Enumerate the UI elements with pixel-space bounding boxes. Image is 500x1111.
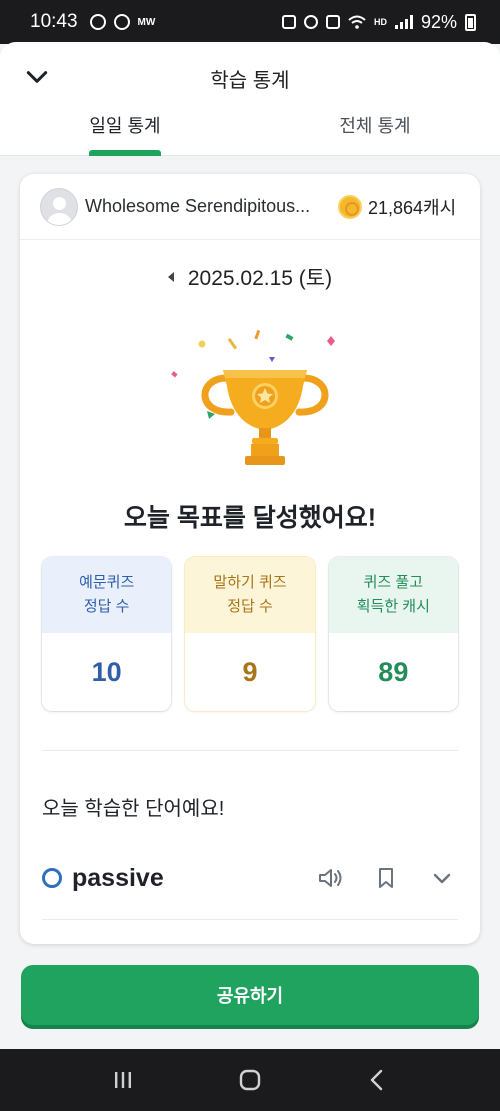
- trophy-illustration: [145, 324, 365, 474]
- divider: [42, 750, 458, 751]
- previous-date-icon[interactable]: [167, 272, 174, 282]
- stat-value: 9: [185, 633, 315, 711]
- date-label: 2025.02.15 (토): [187, 267, 333, 290]
- status-left-icons: MW: [89, 14, 156, 30]
- mw-label: MW: [137, 16, 156, 28]
- goal-achieved-message: 오늘 목표를 달성했어요!: [123, 504, 377, 532]
- tab-total-stats[interactable]: 전체 통계: [250, 112, 500, 138]
- alarm-icon: [303, 15, 318, 29]
- word-actions: [316, 864, 456, 892]
- sleep-icon: [281, 15, 296, 29]
- recent-apps-icon[interactable]: [110, 1067, 136, 1093]
- trophy-icon: [171, 329, 365, 465]
- cash-amount: 21,864캐시: [368, 197, 457, 218]
- back-icon[interactable]: [364, 1067, 390, 1093]
- stats-card: Wholesome Serendipitous... 21,864캐시 2025…: [20, 174, 480, 944]
- word-text: passive: [72, 863, 164, 892]
- home-icon[interactable]: [237, 1067, 263, 1093]
- mute-icon: [325, 15, 340, 29]
- status-time: 10:43: [30, 11, 78, 32]
- stat-value: 10: [42, 633, 172, 711]
- speedometer-icon: [113, 14, 130, 30]
- stat-label: 말하기 퀴즈 정답 수: [185, 557, 315, 633]
- status-right-icons: HD 92%: [281, 11, 476, 33]
- tab-daily-stats[interactable]: 일일 통계: [0, 112, 250, 138]
- battery-icon: [465, 13, 476, 31]
- stat-label: 퀴즈 풀고 획득한 캐시: [328, 557, 458, 633]
- system-nav-bar: [0, 1049, 500, 1111]
- page-title: 학습 통계: [210, 70, 290, 92]
- speaker-icon[interactable]: [316, 864, 344, 892]
- chevron-down-icon[interactable]: [428, 864, 456, 892]
- wifi-icon: [348, 15, 366, 29]
- bookmark-icon[interactable]: [372, 864, 400, 892]
- date-selector: 2025.02.15 (토): [20, 262, 480, 292]
- stat-example-quiz: 예문퀴즈 정답 수 10: [42, 557, 172, 711]
- stat-speaking-quiz: 말하기 퀴즈 정답 수 9: [185, 557, 315, 711]
- user-row: Wholesome Serendipitous... 21,864캐시: [20, 174, 480, 240]
- username: Wholesome Serendipitous...: [85, 196, 311, 216]
- battery-text: 92%: [420, 11, 457, 32]
- avatar: [40, 187, 78, 226]
- word-status-circle-icon: [42, 868, 62, 888]
- volte-icon: HD: [373, 16, 387, 27]
- words-section-title: 오늘 학습한 단어예요!: [42, 798, 225, 820]
- notification-icon: [89, 14, 106, 30]
- stat-earned-cash: 퀴즈 풀고 획득한 캐시 89: [328, 557, 458, 711]
- stat-value: 89: [328, 633, 458, 711]
- active-tab-indicator: [89, 150, 161, 156]
- stats-summary: 예문퀴즈 정답 수 10 말하기 퀴즈 정답 수 9 퀴즈 풀고 획득한 캐시 …: [42, 557, 458, 711]
- status-bar: 10:43 MW HD 92%: [0, 0, 500, 44]
- signal-icon: [394, 15, 413, 29]
- word-item[interactable]: passive: [42, 856, 458, 900]
- stat-label: 예문퀴즈 정답 수: [42, 557, 172, 633]
- header: 학습 통계 일일 통계 전체 통계: [0, 42, 500, 156]
- coin-icon: [338, 194, 362, 219]
- divider: [42, 919, 458, 920]
- share-button[interactable]: 공유하기: [21, 965, 479, 1025]
